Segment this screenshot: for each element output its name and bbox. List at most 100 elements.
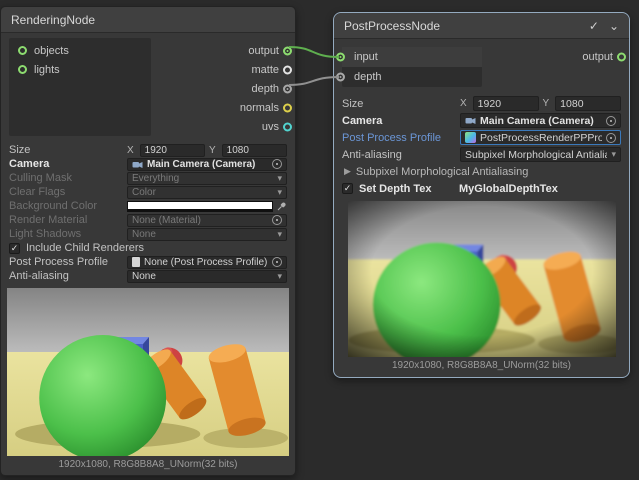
size-y-value-pp: 1080 bbox=[560, 98, 616, 110]
post-process-profile-object-field[interactable]: None (Post Process Profile) bbox=[127, 256, 287, 269]
light-shadows-dropdown[interactable]: None ▾ bbox=[127, 228, 287, 241]
postprocess-node-ports: input depth output bbox=[334, 39, 629, 93]
port-matte[interactable]: matte bbox=[151, 60, 295, 79]
culling-mask-row: Culling Mask Everything ▾ bbox=[9, 171, 287, 185]
wire-depth-to-depth[interactable] bbox=[289, 77, 339, 85]
check-icon: ✓ bbox=[11, 244, 19, 253]
post-process-profile-object-picker-icon[interactable] bbox=[272, 257, 282, 267]
port-uvs[interactable]: uvs bbox=[151, 117, 295, 136]
port-normals[interactable]: normals bbox=[151, 98, 295, 117]
anti-aliasing-value: None bbox=[132, 271, 273, 282]
camera-object-picker-icon-pp[interactable] bbox=[606, 116, 616, 126]
wire-output-to-input[interactable] bbox=[289, 47, 339, 57]
light-shadows-label: Light Shadows bbox=[9, 228, 127, 240]
size-y-field-pp[interactable]: 1080 bbox=[555, 96, 621, 111]
size-row: Size X 1920 Y 1080 bbox=[9, 143, 287, 157]
port-label-lights: lights bbox=[34, 64, 60, 76]
rendering-node-header[interactable]: RenderingNode bbox=[1, 7, 295, 33]
rendering-node[interactable]: RenderingNode objects lights output bbox=[0, 6, 296, 476]
port-circle-output[interactable] bbox=[283, 46, 292, 55]
include-child-renderers-row: ✓ Include Child Renderers bbox=[9, 241, 287, 255]
camera-object-field-pp[interactable]: Main Camera (Camera) bbox=[460, 113, 621, 128]
port-input[interactable]: input bbox=[342, 47, 482, 67]
chevron-down-icon: ▾ bbox=[277, 229, 282, 240]
postprocess-output-ports: output bbox=[482, 47, 629, 67]
port-label-depth: depth bbox=[251, 83, 279, 95]
port-output[interactable]: output bbox=[151, 41, 295, 60]
set-depth-tex-checkbox[interactable]: ✓ bbox=[342, 183, 353, 194]
port-circle-matte[interactable] bbox=[283, 65, 292, 74]
clear-flags-value: Color bbox=[132, 187, 273, 198]
camera-row-pp: Camera Main Camera (Camera) bbox=[342, 112, 621, 129]
render-material-row: Render Material None (Material) bbox=[9, 213, 287, 227]
port-circle-objects[interactable] bbox=[18, 46, 27, 55]
post-process-profile-asset-icon bbox=[465, 132, 476, 143]
port-circle-depth[interactable] bbox=[283, 84, 292, 93]
render-material-value: None (Material) bbox=[132, 215, 268, 226]
anti-aliasing-row: Anti-aliasing None ▾ bbox=[9, 269, 287, 283]
port-label-input: input bbox=[354, 51, 378, 63]
size-y-axis-label-pp: Y bbox=[543, 98, 550, 109]
foldout-arrow-icon[interactable]: ▶ bbox=[344, 166, 351, 177]
node-graph-canvas[interactable]: RenderingNode objects lights output bbox=[0, 0, 639, 480]
port-circle-input[interactable] bbox=[336, 53, 345, 62]
size-x-axis-label-pp: X bbox=[460, 98, 467, 109]
port-lights[interactable]: lights bbox=[9, 60, 151, 79]
render-material-label: Render Material bbox=[9, 214, 127, 226]
smaa-foldout-row[interactable]: ▶ Subpixel Morphological Antialiasing bbox=[342, 163, 621, 180]
chevron-down-icon: ▾ bbox=[611, 149, 616, 160]
postprocess-node-header[interactable]: PostProcessNode ✓ ⌄ bbox=[334, 13, 629, 39]
postprocess-preview-caption: 1920x1080, R8G8B8A8_UNorm(32 bits) bbox=[334, 360, 629, 371]
port-label-normals: normals bbox=[240, 102, 279, 114]
size-label: Size bbox=[9, 144, 127, 156]
post-process-profile-label: Post Process Profile bbox=[9, 256, 127, 268]
camera-icon bbox=[132, 160, 143, 169]
size-x-field-pp[interactable]: 1920 bbox=[473, 96, 539, 111]
port-depth[interactable]: depth bbox=[151, 79, 295, 98]
set-depth-tex-label: Set Depth Tex bbox=[359, 183, 459, 195]
size-row-pp: Size X 1920 Y 1080 bbox=[342, 95, 621, 112]
postprocess-input-ports-box: input depth bbox=[342, 47, 482, 87]
size-y-field[interactable]: 1080 bbox=[222, 144, 287, 157]
port-circle-uvs[interactable] bbox=[283, 122, 292, 131]
anti-aliasing-dropdown[interactable]: None ▾ bbox=[127, 270, 287, 283]
postprocess-node[interactable]: PostProcessNode ✓ ⌄ input depth output bbox=[333, 12, 630, 378]
node-enabled-check-icon[interactable]: ✓ bbox=[589, 20, 599, 32]
profile-asset-icon bbox=[132, 257, 140, 267]
eyedropper-icon[interactable] bbox=[277, 201, 287, 211]
post-process-profile-label-pp: Post Process Profile bbox=[342, 132, 460, 144]
camera-object-field[interactable]: Main Camera (Camera) bbox=[127, 158, 287, 171]
light-shadows-value: None bbox=[132, 229, 273, 240]
post-process-profile-object-picker-icon-pp[interactable] bbox=[606, 133, 616, 143]
size-x-value: 1920 bbox=[145, 145, 200, 156]
render-material-object-field[interactable]: None (Material) bbox=[127, 214, 287, 227]
render-material-object-picker-icon[interactable] bbox=[272, 215, 282, 225]
post-process-profile-value-pp: PostProcessRenderPPProfile (Pos bbox=[480, 132, 602, 144]
background-color-swatch[interactable] bbox=[127, 201, 273, 212]
anti-aliasing-row-pp: Anti-aliasing Subpixel Morphological Ant… bbox=[342, 146, 621, 163]
size-x-field[interactable]: 1920 bbox=[140, 144, 205, 157]
clear-flags-dropdown[interactable]: Color ▾ bbox=[127, 186, 287, 199]
culling-mask-label: Culling Mask bbox=[9, 172, 127, 184]
post-process-profile-row-pp: Post Process Profile PostProcessRenderPP… bbox=[342, 129, 621, 146]
port-depth-in[interactable]: depth bbox=[342, 67, 482, 87]
culling-mask-dropdown[interactable]: Everything ▾ bbox=[127, 172, 287, 185]
post-process-profile-object-field-pp[interactable]: PostProcessRenderPPProfile (Pos bbox=[460, 130, 621, 145]
camera-object-picker-icon[interactable] bbox=[272, 159, 282, 169]
background-color-label: Background Color bbox=[9, 200, 127, 212]
port-objects[interactable]: objects bbox=[9, 41, 151, 60]
port-circle-normals[interactable] bbox=[283, 103, 292, 112]
set-depth-tex-value: MyGlobalDepthTex bbox=[459, 183, 558, 195]
collapse-chevron-icon[interactable]: ⌄ bbox=[609, 20, 619, 32]
postprocess-node-title: PostProcessNode bbox=[344, 19, 440, 33]
rendering-input-ports-box: objects lights bbox=[9, 38, 151, 136]
anti-aliasing-dropdown-pp[interactable]: Subpixel Morphological Antialiasing ▾ bbox=[460, 147, 621, 162]
port-circle-depth-in[interactable] bbox=[336, 73, 345, 82]
anti-aliasing-label-pp: Anti-aliasing bbox=[342, 149, 460, 161]
port-output-pp[interactable]: output bbox=[482, 47, 629, 67]
include-child-renderers-checkbox[interactable]: ✓ bbox=[9, 243, 20, 254]
rendering-node-title: RenderingNode bbox=[11, 13, 95, 27]
port-circle-lights[interactable] bbox=[18, 65, 27, 74]
port-circle-output-pp[interactable] bbox=[617, 53, 626, 62]
rendering-node-ports: objects lights output matte depth bbox=[1, 33, 295, 141]
